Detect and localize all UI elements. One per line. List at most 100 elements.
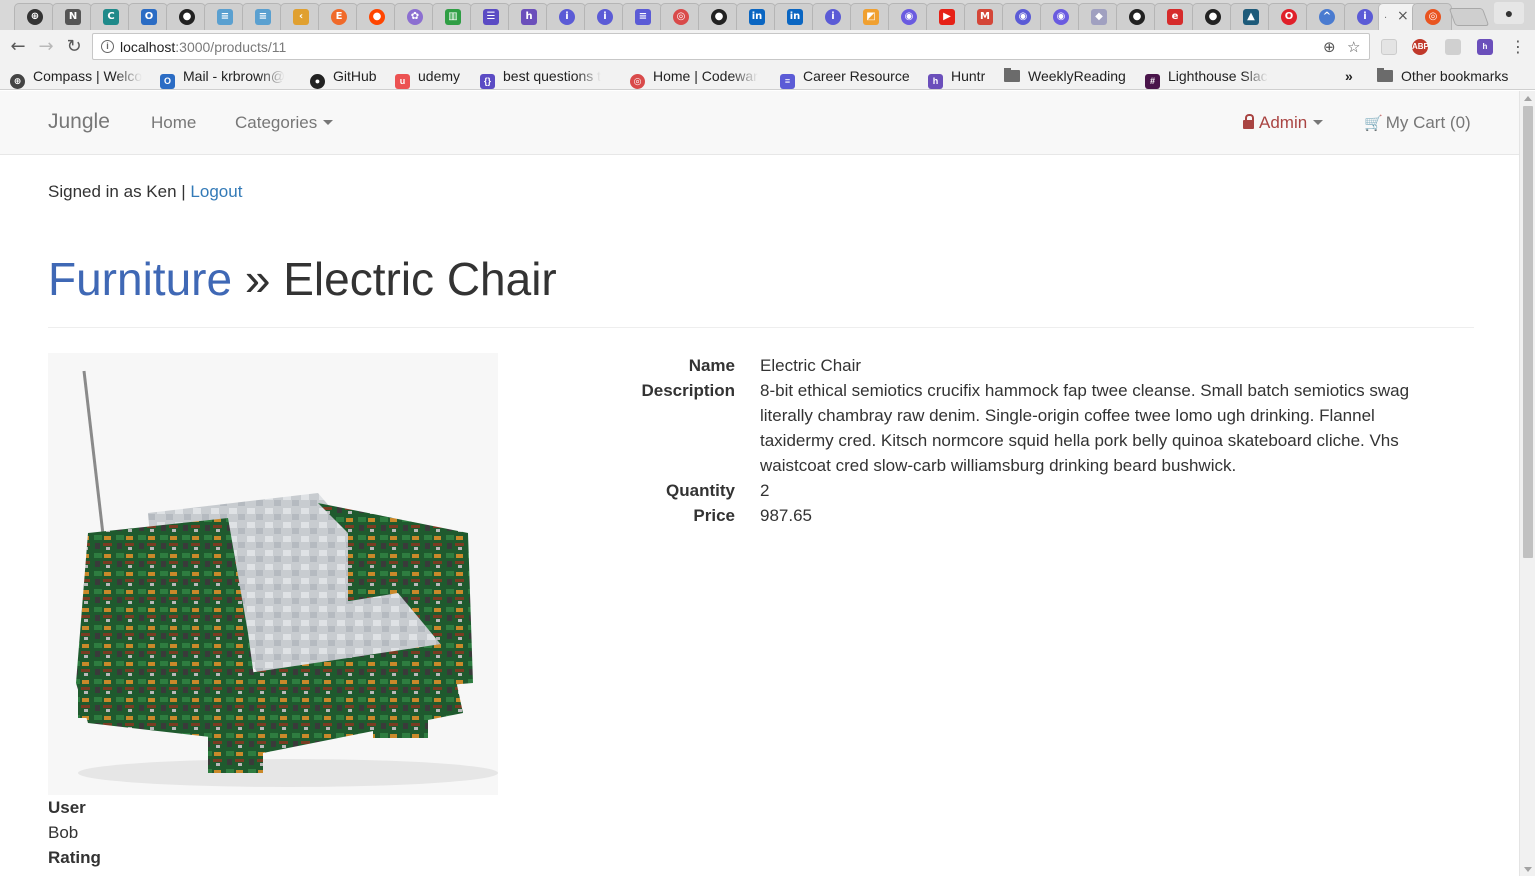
bookmark-item[interactable]: ≡ Career Resource (780, 68, 910, 89)
info-icon: i (559, 9, 575, 25)
site-info-icon[interactable]: i (101, 40, 114, 53)
browser-tab[interactable]: ≡ (242, 3, 282, 30)
trello-icon: ▥ (445, 9, 461, 25)
browser-tab[interactable]: ◉ (888, 3, 928, 30)
bookmark-item[interactable]: h Huntr (928, 68, 985, 89)
product-description-value: 8-bit ethical semiotics crucifix hammock… (760, 381, 1410, 475)
browser-tab[interactable]: ● (356, 3, 396, 30)
browser-tab[interactable]: ◩ (850, 3, 890, 30)
page-scrollbar[interactable] (1519, 91, 1535, 876)
red-app-icon: e (1167, 9, 1183, 25)
browser-tab[interactable]: E (318, 3, 358, 30)
browser-tab[interactable]: ▥ (432, 3, 472, 30)
browser-tab[interactable]: O (128, 3, 168, 30)
browser-tab[interactable]: e (1154, 3, 1194, 30)
browser-menu-icon[interactable]: ⋮ (1510, 37, 1526, 56)
url-text[interactable]: localhost:3000/products/11 (120, 39, 286, 55)
etsy-icon: E (331, 9, 347, 25)
scroll-up-arrow-icon[interactable] (1524, 96, 1532, 101)
browser-tab[interactable]: M (964, 3, 1004, 30)
browser-tab[interactable]: ‹ (280, 3, 320, 30)
forward-icon[interactable]: → (34, 35, 58, 59)
browser-tab[interactable]: ▲ (1230, 3, 1270, 30)
extension-icon[interactable] (1445, 39, 1461, 55)
browser-tab[interactable]: ● (166, 3, 206, 30)
nav-admin-dropdown[interactable]: Admin (1243, 113, 1324, 133)
browser-tab[interactable]: ● (1116, 3, 1156, 30)
browser-tab[interactable]: ● (698, 3, 738, 30)
bookmark-item[interactable]: ◎ Home | Codewar (630, 68, 770, 89)
bookmark-item[interactable]: # Lighthouse Slac (1145, 68, 1287, 89)
nav-cart-link[interactable]: 🛒 My Cart (0) (1364, 113, 1471, 133)
youtube-icon: ▶ (939, 9, 955, 25)
browser-tab[interactable]: ◉ (1002, 3, 1042, 30)
docs-icon: ≡ (635, 9, 651, 25)
nav-home-link[interactable]: Home (151, 113, 196, 133)
browser-tab[interactable]: ● (1192, 3, 1232, 30)
extension-icon[interactable] (1381, 39, 1397, 55)
browser-tab[interactable]: i (584, 3, 624, 30)
bookmark-item[interactable]: u udemy (395, 68, 460, 89)
browser-tab[interactable]: i (546, 3, 586, 30)
browser-tab[interactable]: O (1268, 3, 1308, 30)
chevron-up-icon: ^ (1319, 9, 1335, 25)
lock-icon (1243, 114, 1254, 129)
nav-categories-dropdown[interactable]: Categories (235, 113, 334, 133)
circle-icon: ◉ (1015, 9, 1031, 25)
close-tab-icon[interactable]: × (1397, 8, 1409, 24)
code-icon: {} (480, 74, 495, 89)
back-icon[interactable]: ← (6, 35, 30, 59)
cart-icon: 🛒 (1364, 114, 1383, 132)
huntr-extension-icon[interactable]: h (1477, 39, 1493, 55)
browser-tab[interactable]: ≡ (622, 3, 662, 30)
reddit-icon: ● (369, 9, 385, 25)
browser-tab[interactable]: ☰ (470, 3, 510, 30)
browser-tab[interactable]: ◆ (1078, 3, 1118, 30)
scrollbar-thumb[interactable] (1523, 106, 1533, 558)
opera-icon: O (1281, 9, 1297, 25)
reload-icon[interactable]: ↻ (62, 35, 86, 59)
browser-tab[interactable]: C (90, 3, 130, 30)
bookmark-item[interactable]: ● GitHub (310, 68, 377, 89)
product-name-value: Electric Chair (760, 356, 862, 375)
zoom-icon[interactable]: ⊕ (1323, 38, 1336, 56)
github-icon: ● (179, 9, 195, 25)
brand-link[interactable]: Jungle (48, 110, 110, 134)
browser-tab[interactable]: in (736, 3, 776, 30)
detail-label: Quantity (666, 481, 735, 500)
logout-link[interactable]: Logout (190, 182, 242, 201)
scroll-down-arrow-icon[interactable] (1524, 867, 1532, 872)
browser-tab[interactable]: ▶ (926, 3, 966, 30)
bookmark-item[interactable]: ⊕ Compass | Welco (10, 68, 150, 89)
compass-icon: ⊕ (10, 74, 25, 89)
browser-tab[interactable]: ◉ (1040, 3, 1080, 30)
bookmark-item[interactable]: {} best questions t (480, 68, 618, 89)
adblock-icon[interactable]: ABP (1412, 39, 1429, 55)
browser-tab[interactable]: ≡ (204, 3, 244, 30)
profile-icon[interactable]: ● (1494, 2, 1524, 24)
browser-tab[interactable]: in (774, 3, 814, 30)
page-header: Furniture » Electric Chair (48, 251, 1474, 328)
browser-tab[interactable]: h (508, 3, 548, 30)
bookmark-star-icon[interactable]: ☆ (1347, 38, 1360, 56)
github-icon: ● (711, 9, 727, 25)
bookmarks-overflow-button[interactable]: » (1345, 68, 1353, 84)
new-tab-button[interactable] (1448, 8, 1490, 26)
circle-icon: ◉ (901, 9, 917, 25)
address-bar[interactable]: i localhost:3000/products/11 ⊕ ☆ (92, 33, 1370, 60)
browser-tab[interactable]: N (52, 3, 92, 30)
browser-tab[interactable]: ◎ (660, 3, 700, 30)
browser-tab[interactable]: ◎ (1412, 3, 1452, 30)
browser-tab[interactable]: ⊕ (14, 3, 54, 30)
docs-icon: ≡ (780, 74, 795, 89)
other-bookmarks-folder[interactable]: Other bookmarks (1377, 68, 1508, 84)
browser-tab[interactable]: i (812, 3, 852, 30)
kite-icon: ◆ (1091, 9, 1107, 25)
info-icon: i (825, 9, 841, 25)
browser-tab[interactable]: ^ (1306, 3, 1346, 30)
linkedin-icon: in (787, 9, 803, 25)
browser-tab[interactable]: ✿ (394, 3, 434, 30)
category-breadcrumb-link[interactable]: Furniture (48, 253, 232, 305)
bookmark-folder[interactable]: WeeklyReading (1004, 68, 1126, 84)
bookmark-item[interactable]: O Mail - krbrown@ (160, 68, 298, 89)
